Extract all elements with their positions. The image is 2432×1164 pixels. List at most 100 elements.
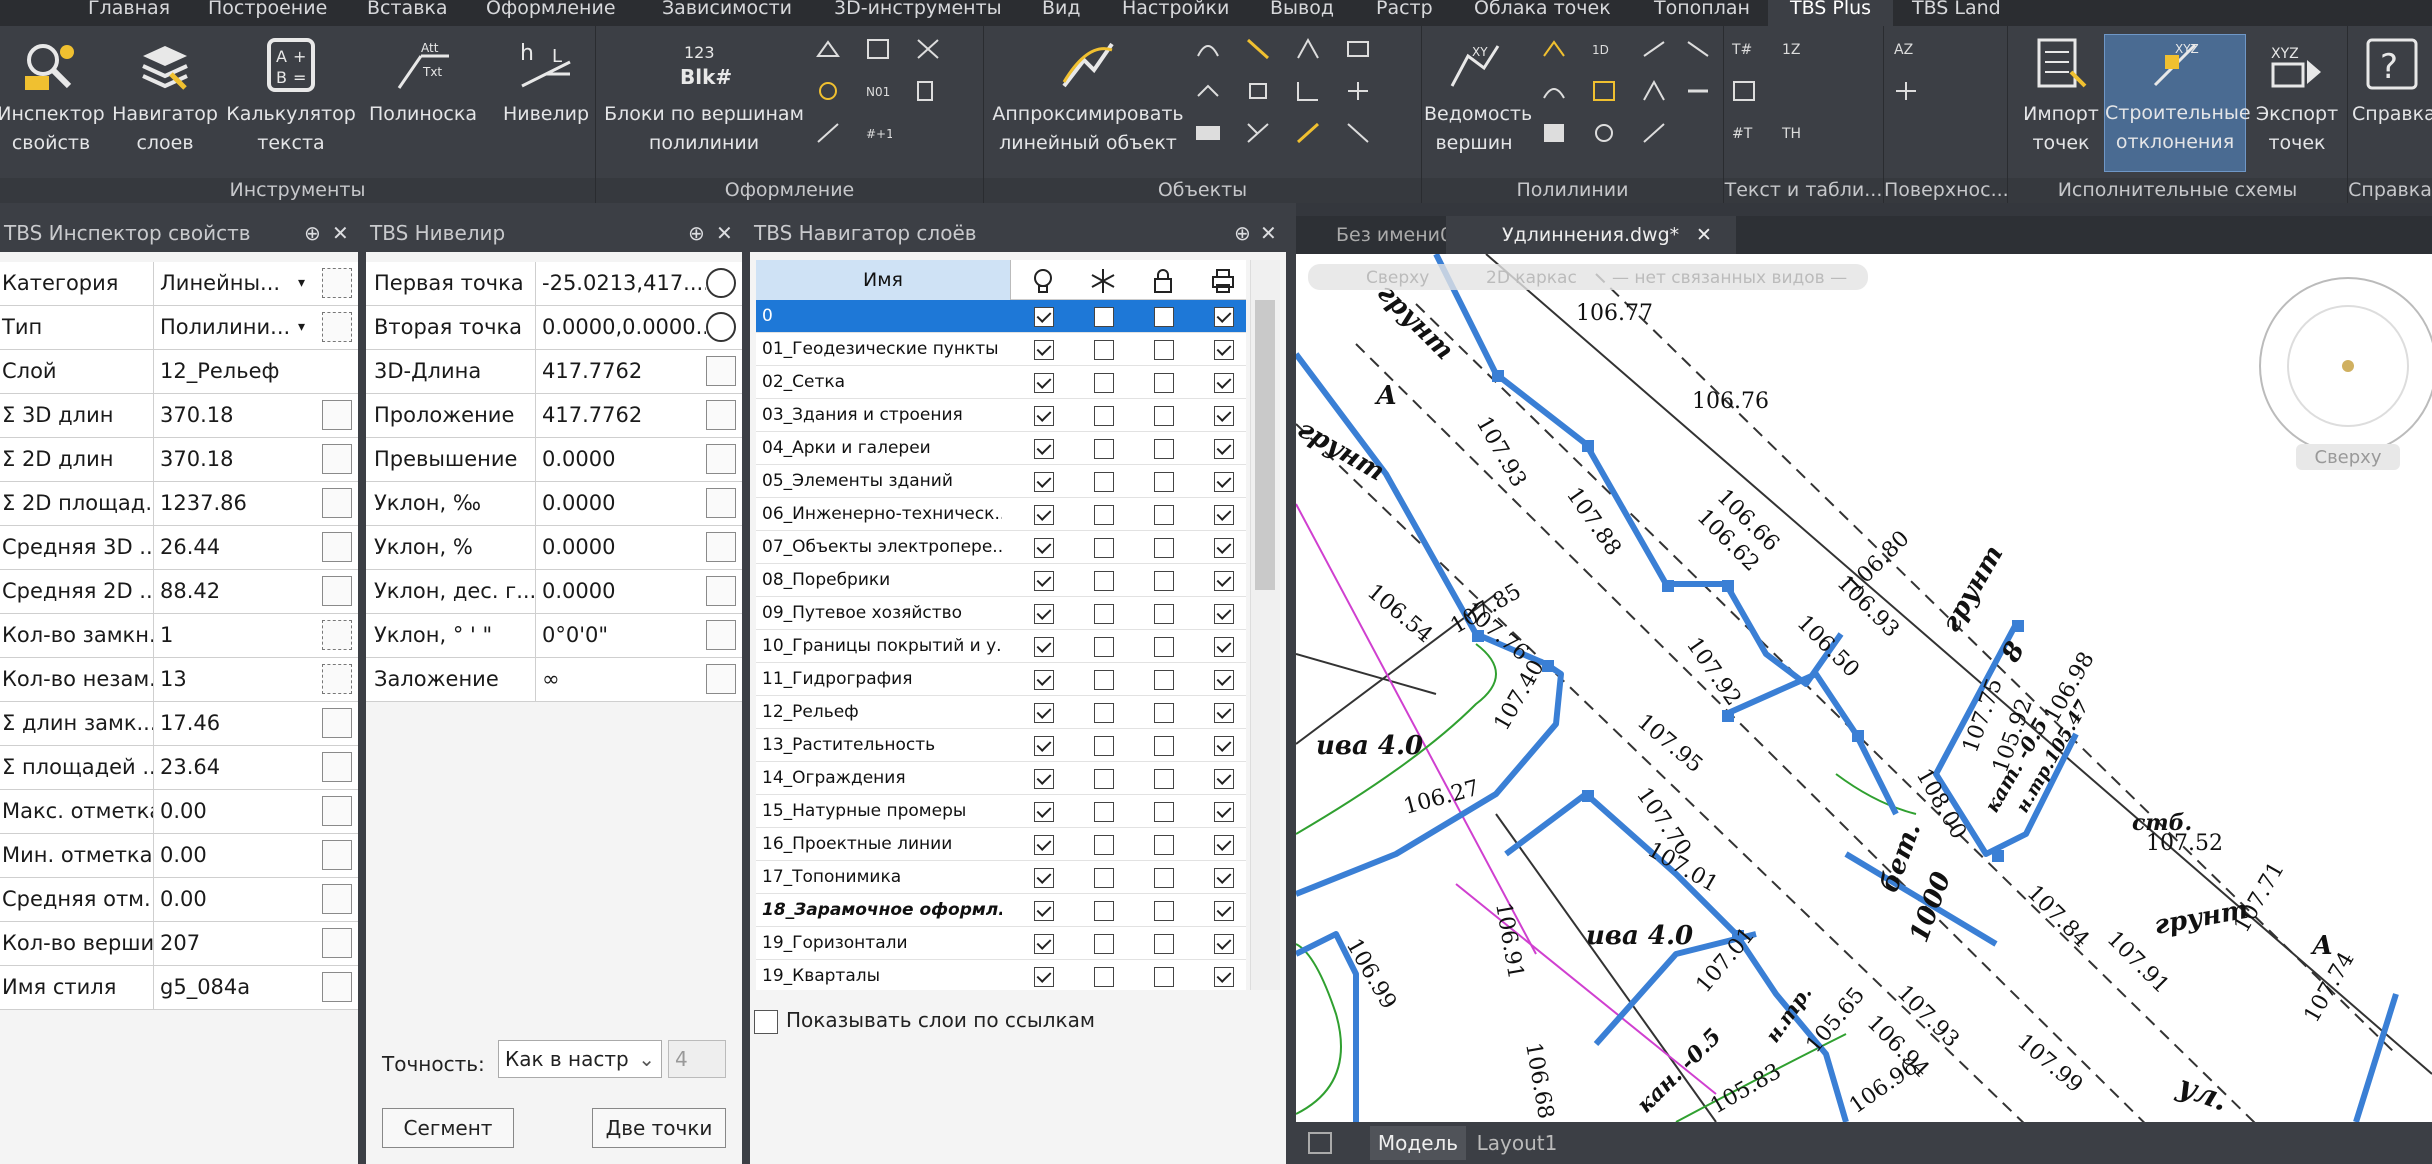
- layer-row[interactable]: 19_Горизонтали: [756, 927, 1246, 960]
- close-icon[interactable]: ✕: [1696, 216, 1712, 254]
- copy-value-icon[interactable]: [322, 576, 352, 606]
- measure-row[interactable]: Вторая точка 0.0000,0.0000...: [366, 306, 742, 350]
- layer-lock-checkbox[interactable]: [1154, 835, 1174, 855]
- tab-view[interactable]: Вид: [1042, 0, 1081, 26]
- layers-scrollbar[interactable]: [1250, 260, 1280, 990]
- tool-icon-25[interactable]: [1540, 78, 1568, 104]
- property-value[interactable]: 0.00: [154, 878, 322, 921]
- close-icon[interactable]: ✕: [716, 214, 733, 252]
- layer-on-checkbox[interactable]: [1034, 571, 1054, 591]
- layer-freeze-checkbox[interactable]: [1094, 703, 1114, 723]
- layout1-tab[interactable]: Layout1: [1472, 1126, 1562, 1160]
- tool-icon-7[interactable]: [814, 120, 842, 146]
- inspector-button[interactable]: Инспектор свойств: [0, 36, 106, 158]
- select-objects-icon[interactable]: [322, 268, 352, 298]
- view-bar-style[interactable]: 2D каркас: [1486, 268, 1577, 288]
- tool-icon-26[interactable]: [1590, 78, 1618, 104]
- two-points-button[interactable]: Две точки: [592, 1108, 726, 1148]
- layer-freeze-checkbox[interactable]: [1094, 967, 1114, 987]
- layer-on-checkbox[interactable]: [1034, 835, 1054, 855]
- layer-on-checkbox[interactable]: [1034, 901, 1054, 921]
- select-objects-icon[interactable]: [322, 312, 352, 342]
- tab-pointclouds[interactable]: Облака точек: [1474, 0, 1611, 26]
- tool-icon-8[interactable]: #+1: [864, 120, 892, 146]
- layer-print-checkbox[interactable]: [1214, 472, 1234, 492]
- measure-row[interactable]: Превышение 0.0000: [366, 438, 742, 482]
- tab-insert[interactable]: Вставка: [367, 0, 448, 26]
- property-value[interactable]: Полилини...: [154, 306, 322, 349]
- layer-row[interactable]: 03_Здания и строения: [756, 399, 1246, 432]
- layer-freeze-checkbox[interactable]: [1094, 439, 1114, 459]
- tab-settings[interactable]: Настройки: [1122, 0, 1229, 26]
- layer-on-checkbox[interactable]: [1034, 373, 1054, 393]
- nivelir-button[interactable]: hL Нивелир: [498, 36, 594, 129]
- layer-row[interactable]: 10_Границы покрытий и у...: [756, 630, 1246, 663]
- tab-format[interactable]: Оформление: [486, 0, 616, 26]
- layer-on-checkbox[interactable]: [1034, 934, 1054, 954]
- layer-on-checkbox[interactable]: [1034, 307, 1054, 327]
- tab-3d[interactable]: 3D-инструменты: [834, 0, 1002, 26]
- copy-value-icon[interactable]: [322, 444, 352, 474]
- approximate-button[interactable]: Аппроксимировать линейный объект: [990, 36, 1186, 158]
- tool-icon-38[interactable]: [1892, 78, 1920, 104]
- layer-on-checkbox[interactable]: [1034, 637, 1054, 657]
- measure-value[interactable]: 0.0000,0.0000...: [536, 306, 706, 349]
- layer-lock-checkbox[interactable]: [1154, 604, 1174, 624]
- snowflake-icon[interactable]: [1088, 266, 1118, 296]
- copy-value-icon[interactable]: [322, 972, 352, 1002]
- layer-row[interactable]: 04_Арки и галереи: [756, 432, 1246, 465]
- tool-icon-28[interactable]: [1684, 78, 1712, 104]
- property-value[interactable]: 0.00: [154, 834, 322, 877]
- tool-icon-4[interactable]: [814, 78, 842, 104]
- close-icon[interactable]: ✕: [1260, 214, 1277, 252]
- property-value[interactable]: 370.18: [154, 394, 322, 437]
- layer-freeze-checkbox[interactable]: [1094, 868, 1114, 888]
- pick-point-icon[interactable]: [706, 268, 736, 298]
- tool-icon-33[interactable]: 1Z: [1780, 36, 1808, 62]
- property-row[interactable]: Слой 12_Рельеф: [0, 350, 358, 394]
- layer-on-checkbox[interactable]: [1034, 505, 1054, 525]
- copy-value-icon[interactable]: [322, 884, 352, 914]
- layer-on-checkbox[interactable]: [1034, 406, 1054, 426]
- layer-lock-checkbox[interactable]: [1154, 901, 1174, 921]
- measure-row[interactable]: Уклон, ° ' " 0°0'0": [366, 614, 742, 658]
- copy-value-icon[interactable]: [706, 620, 736, 650]
- layer-lock-checkbox[interactable]: [1154, 703, 1174, 723]
- property-row[interactable]: Кол-во незам... 13: [0, 658, 358, 702]
- layer-print-checkbox[interactable]: [1214, 736, 1234, 756]
- close-icon[interactable]: ✕: [332, 214, 349, 252]
- measure-row[interactable]: Проложение 417.7762: [366, 394, 742, 438]
- tool-icon-6[interactable]: [914, 78, 942, 104]
- navigator-button[interactable]: Навигатор слоев: [110, 36, 220, 158]
- measure-value[interactable]: 417.7762: [536, 394, 706, 437]
- layer-lock-checkbox[interactable]: [1154, 505, 1174, 525]
- layer-print-checkbox[interactable]: [1214, 505, 1234, 525]
- dropdown-arrow-icon[interactable]: ▾: [298, 262, 305, 305]
- layer-lock-checkbox[interactable]: [1154, 769, 1174, 789]
- property-value[interactable]: 12_Рельеф: [154, 350, 322, 393]
- import-points-button[interactable]: Импорт точек: [2012, 36, 2110, 158]
- measure-value[interactable]: -25.0213,417....: [536, 262, 706, 305]
- layer-lock-checkbox[interactable]: [1154, 868, 1174, 888]
- layer-freeze-checkbox[interactable]: [1094, 307, 1114, 327]
- layer-row[interactable]: 16_Проектные линии: [756, 828, 1246, 861]
- build-deviations-button[interactable]: XYZ Строительные отклонения: [2104, 34, 2251, 172]
- measure-value[interactable]: 0.0000: [536, 438, 706, 481]
- tool-icon-36[interactable]: TH: [1780, 120, 1808, 146]
- layer-print-checkbox[interactable]: [1214, 571, 1234, 591]
- property-row[interactable]: Категория Линейны... ▾: [0, 262, 358, 306]
- property-row[interactable]: Σ 2D длин 370.18: [0, 438, 358, 482]
- tool-icon-22[interactable]: 1D: [1590, 36, 1618, 62]
- property-row[interactable]: Σ длин замк... 17.46: [0, 702, 358, 746]
- layer-row[interactable]: 17_Топонимика: [756, 861, 1246, 894]
- tool-icon-30[interactable]: [1590, 120, 1618, 146]
- tool-icon-11[interactable]: [1294, 36, 1322, 62]
- tool-icon-24[interactable]: [1684, 36, 1712, 62]
- measure-value[interactable]: 0°0'0": [536, 614, 706, 657]
- tool-icon-31[interactable]: [1640, 120, 1668, 146]
- layer-freeze-checkbox[interactable]: [1094, 736, 1114, 756]
- layer-print-checkbox[interactable]: [1214, 901, 1234, 921]
- layer-row[interactable]: 08_Поребрики: [756, 564, 1246, 597]
- drawing-canvas[interactable]: 106.77 106.76 107.93 107.88 106.66 106.6…: [1296, 254, 2432, 1122]
- tool-icon-37[interactable]: AZ: [1892, 36, 1920, 62]
